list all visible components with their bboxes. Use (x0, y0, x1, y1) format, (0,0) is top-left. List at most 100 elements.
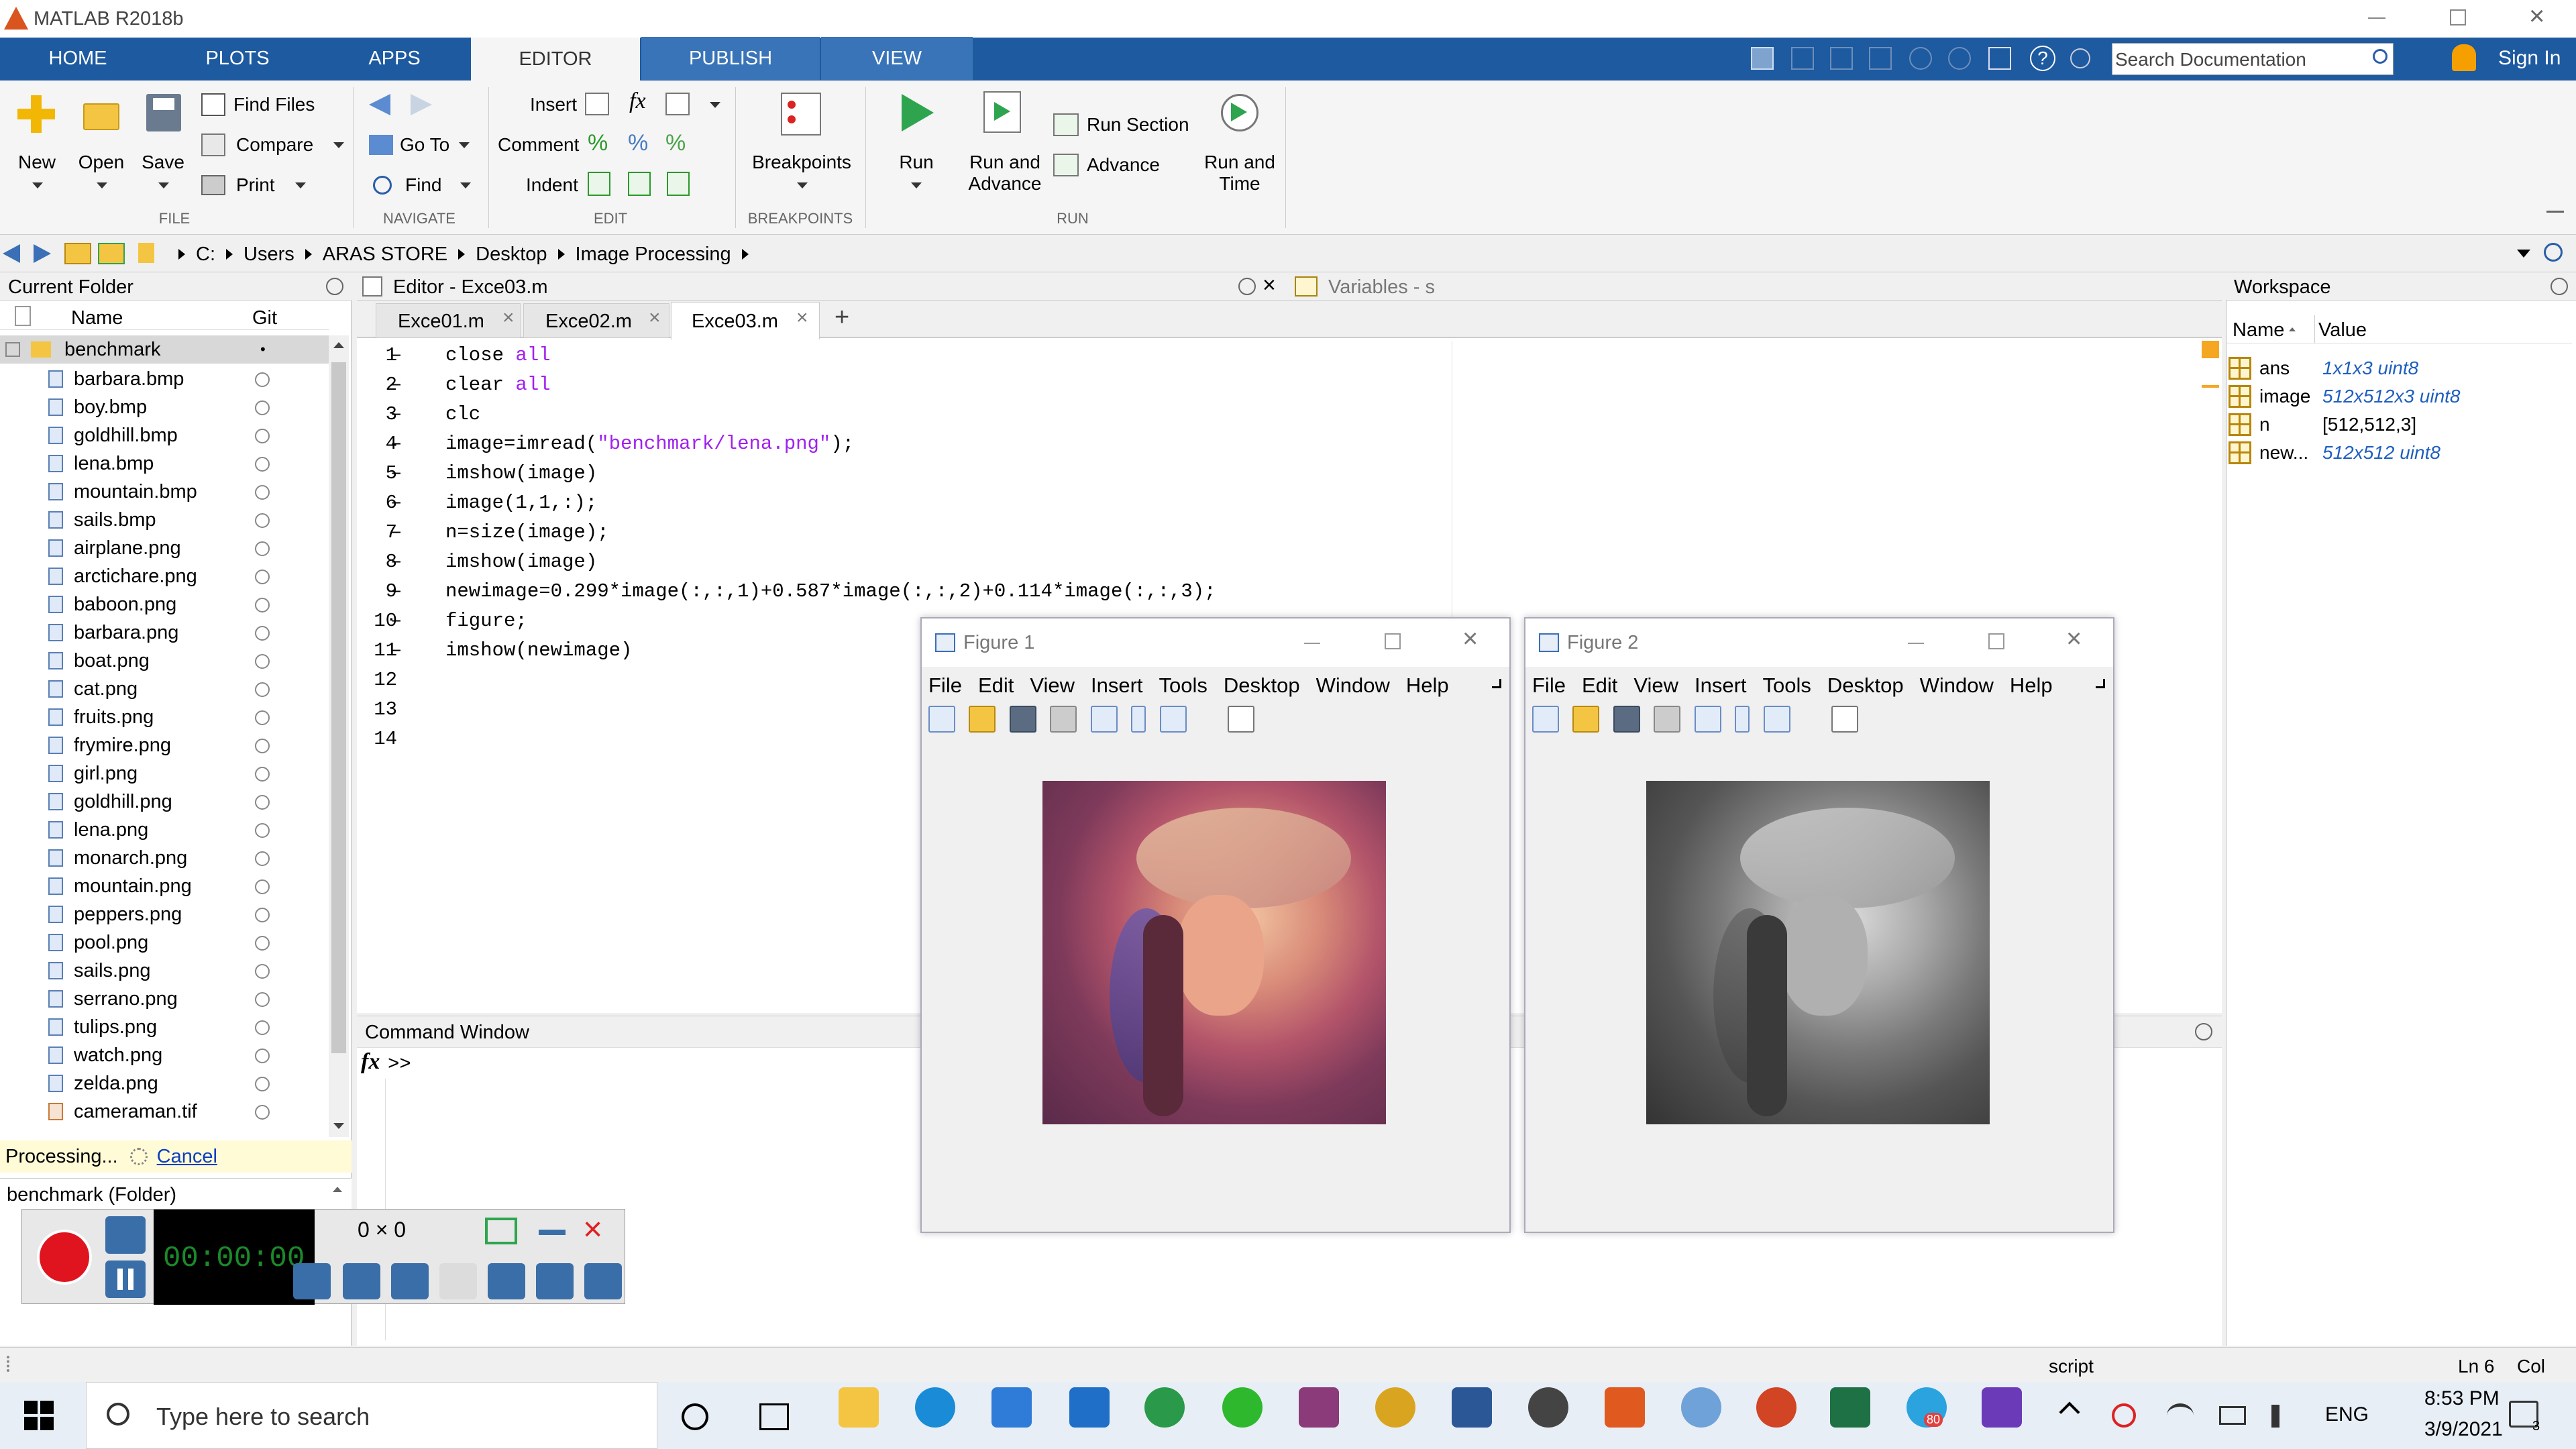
new-figure-icon[interactable] (1532, 706, 1559, 733)
ws-name-header[interactable]: Name (2233, 319, 2284, 341)
file-row[interactable]: tulips.png (0, 1013, 329, 1041)
fx-button[interactable]: fx (629, 89, 646, 114)
menu-help[interactable]: Help (1406, 674, 1449, 698)
back-arrow-icon[interactable] (369, 94, 390, 115)
insert-dropdown-icon[interactable] (710, 102, 720, 108)
pen-icon[interactable] (488, 1263, 525, 1299)
file-row[interactable]: monarch.png (0, 844, 329, 872)
workspace-row[interactable]: ans 1x1x3 uint8 (2229, 354, 2575, 382)
file-row[interactable]: lena.bmp (0, 449, 329, 478)
workspace-row[interactable]: new... 512x512 uint8 (2229, 439, 2575, 467)
file-row[interactable]: lena.png (0, 816, 329, 844)
print-figure-icon[interactable] (1050, 706, 1077, 733)
undo-quick-icon[interactable] (1909, 47, 1932, 70)
file-row[interactable]: arctichare.png (0, 562, 329, 590)
cursor-icon[interactable] (439, 1263, 477, 1299)
mail-icon[interactable] (1069, 1387, 1110, 1428)
settings-gear-icon[interactable] (584, 1263, 622, 1299)
increase-indent-icon[interactable] (628, 172, 651, 196)
tab-home[interactable]: HOME (0, 37, 156, 80)
pause-button[interactable] (105, 1260, 146, 1298)
colorbar-icon[interactable] (1131, 706, 1146, 733)
file-row[interactable]: pool.png (0, 928, 329, 957)
close-button[interactable]: × (1462, 624, 1478, 654)
word-icon[interactable] (1452, 1387, 1492, 1428)
edge-icon[interactable] (915, 1387, 955, 1428)
run-button[interactable]: Run (883, 87, 950, 201)
store-icon[interactable] (991, 1387, 1032, 1428)
clock-time[interactable]: 8:53 PM (2424, 1387, 2500, 1410)
file-explorer-icon[interactable] (839, 1387, 879, 1428)
save-figure-icon[interactable] (1009, 706, 1036, 733)
figure-1-window[interactable]: Figure 1 × File Edit View Insert Tools D… (920, 617, 1511, 1233)
file-row[interactable]: sails.png (0, 957, 329, 985)
tab-close-icon[interactable]: × (649, 307, 661, 329)
link-plot-icon[interactable] (1694, 706, 1721, 733)
name-column-header[interactable]: Name (71, 307, 123, 329)
folder-details-bar[interactable]: benchmark (Folder) (0, 1178, 352, 1210)
minimize-button[interactable] (1304, 643, 1320, 644)
new-figure-icon[interactable] (928, 706, 955, 733)
help-icon[interactable]: ? (2030, 46, 2055, 71)
find-button[interactable]: Find (373, 172, 472, 199)
legend-icon[interactable] (1763, 706, 1790, 733)
record-button[interactable] (37, 1230, 92, 1285)
file-row[interactable]: barbara.bmp (0, 365, 329, 393)
search-documentation-input[interactable]: Search Documentation (2112, 43, 2394, 75)
up-folder-icon[interactable] (64, 243, 91, 264)
menu-view[interactable]: View (1030, 674, 1075, 698)
comment-percent-icon[interactable]: % (588, 130, 608, 156)
print-figure-icon[interactable] (1654, 706, 1681, 733)
file-row[interactable]: goldhill.png (0, 788, 329, 816)
menu-help[interactable]: Help (2010, 674, 2053, 698)
file-row[interactable]: barbara.png (0, 619, 329, 647)
close-button[interactable]: × (2066, 624, 2082, 654)
settings-icon[interactable] (1528, 1387, 1568, 1428)
minimize-recorder-button[interactable] (539, 1230, 566, 1235)
task-view-icon[interactable] (759, 1403, 789, 1430)
address-search-icon[interactable] (2544, 243, 2563, 262)
workspace-row[interactable]: n [512,512,3] (2229, 411, 2575, 439)
file-row[interactable]: zelda.png (0, 1069, 329, 1097)
telegram-icon[interactable]: 80 (1907, 1387, 1947, 1428)
media-player-icon[interactable] (1375, 1387, 1415, 1428)
copy-quick-icon[interactable] (1830, 47, 1853, 70)
powerpoint-icon[interactable] (1756, 1387, 1796, 1428)
redo-quick-icon[interactable] (1948, 47, 1971, 70)
menu-tools[interactable]: Tools (1763, 674, 1811, 698)
editor-actions-icon[interactable] (1238, 278, 1256, 295)
cancel-link[interactable]: Cancel (157, 1146, 217, 1168)
workspace-row[interactable]: image 512x512x3 uint8 (2229, 382, 2575, 411)
collapse-toolstrip-icon[interactable] (2546, 211, 2564, 224)
matlab-taskbar-icon[interactable] (1605, 1387, 1645, 1428)
notification-center-icon[interactable]: 3 (2509, 1401, 2540, 1434)
smart-indent-icon[interactable] (588, 172, 610, 196)
editor-tab-exce03[interactable]: Exce03.m × (671, 302, 820, 339)
save-figure-icon[interactable] (1613, 706, 1640, 733)
advance-button[interactable]: Advance (1053, 152, 1160, 178)
paste-quick-icon[interactable] (1869, 47, 1892, 70)
tab-apps[interactable]: APPS (319, 37, 470, 80)
menu-view[interactable]: View (1633, 674, 1678, 698)
property-inspector-icon[interactable] (1227, 706, 1254, 733)
code-analyzer-warning-mark[interactable] (2202, 385, 2219, 388)
cortana-icon[interactable] (682, 1403, 708, 1430)
wrap-comments-icon[interactable]: % (665, 130, 686, 156)
save-button[interactable]: Save (133, 87, 193, 195)
code-analyzer-indicator[interactable] (2202, 341, 2219, 358)
nav-back-icon[interactable] (3, 244, 20, 263)
forward-arrow-icon[interactable] (411, 94, 432, 115)
legend-icon[interactable] (1159, 706, 1187, 733)
minimize-button[interactable] (1908, 643, 1924, 644)
taskbar-search-box[interactable]: Type here to search (86, 1382, 657, 1449)
save-quick-icon[interactable] (1751, 47, 1774, 70)
menu-edit[interactable]: Edit (1582, 674, 1617, 698)
command-window-actions-icon[interactable] (2195, 1023, 2212, 1040)
details-expand-icon[interactable] (333, 1187, 342, 1192)
menu-file[interactable]: File (1532, 674, 1566, 698)
breadcrumb-desktop[interactable]: Desktop (476, 244, 547, 266)
git-column-header[interactable]: Git (252, 307, 277, 329)
insert-section-icon[interactable] (585, 93, 609, 115)
uncomment-icon[interactable]: % (628, 130, 648, 156)
run-and-advance-button[interactable]: Run and Advance (959, 87, 1051, 201)
